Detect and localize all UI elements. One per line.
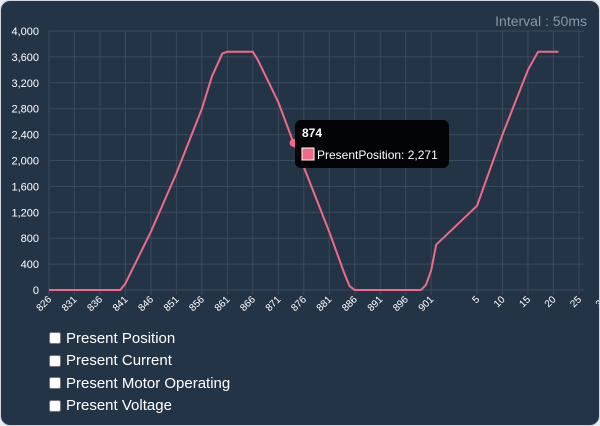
toggle-present-voltage[interactable]: Present Voltage bbox=[49, 395, 230, 418]
x-tick-label: 836 bbox=[85, 294, 105, 314]
x-tick-label: 886 bbox=[340, 294, 360, 314]
y-tick-label: 3,600 bbox=[11, 52, 39, 64]
x-tick-label: 861 bbox=[213, 294, 233, 314]
present-voltage-checkbox[interactable] bbox=[49, 399, 61, 412]
toggle-present-motor-operating[interactable]: Present Motor Operating bbox=[49, 372, 230, 395]
y-tick-label: 2,800 bbox=[11, 104, 39, 116]
x-tick-label: 5 bbox=[470, 294, 482, 306]
x-tick-label: 846 bbox=[136, 294, 156, 314]
x-tick-label: 826 bbox=[35, 294, 55, 314]
y-tick-label: 4,000 bbox=[11, 26, 39, 38]
x-tick-label: 891 bbox=[366, 294, 386, 314]
x-tick-label: 10 bbox=[492, 294, 508, 310]
y-tick-label: 1,200 bbox=[11, 207, 39, 219]
y-tick-label: 2,000 bbox=[11, 156, 39, 168]
x-tick-label: 866 bbox=[238, 294, 258, 314]
present-position-checkbox[interactable] bbox=[49, 332, 61, 345]
tooltip-swatch bbox=[301, 147, 315, 161]
x-tick-label: 896 bbox=[391, 294, 411, 314]
series-toggle-list: Present Position Present Current Present… bbox=[49, 327, 230, 417]
y-tick-label: 0 bbox=[33, 285, 39, 297]
present-current-checkbox[interactable] bbox=[49, 354, 61, 367]
x-tick-label: 20 bbox=[543, 294, 559, 310]
y-tick-label: 800 bbox=[21, 233, 39, 245]
x-tick-label: 901 bbox=[417, 294, 437, 314]
tooltip: 874 PresentPosition: 2,271 bbox=[295, 120, 449, 168]
present-voltage-label: Present Voltage bbox=[66, 397, 172, 415]
x-tick-label: 831 bbox=[60, 294, 80, 314]
present-motor-operating-checkbox[interactable] bbox=[49, 377, 61, 390]
toggle-present-current[interactable]: Present Current bbox=[49, 350, 230, 373]
x-tick-label: 876 bbox=[289, 294, 309, 314]
x-tick-label: 15 bbox=[517, 294, 533, 310]
x-tick-label: 841 bbox=[111, 294, 131, 314]
x-tick-label: 881 bbox=[315, 294, 335, 314]
present-motor-operating-label: Present Motor Operating bbox=[66, 374, 231, 392]
y-tick-label: 3,200 bbox=[11, 78, 39, 90]
x-tick-label: 856 bbox=[187, 294, 207, 314]
y-tick-label: 2,400 bbox=[11, 130, 39, 142]
position-chart: 0 400 800 1,200 1,600 2,000 2,400 2,800 3,200 3,6… bbox=[11, 26, 599, 314]
x-tick-label: 30 bbox=[594, 294, 599, 310]
tooltip-title: 874 bbox=[302, 126, 322, 140]
present-current-label: Present Current bbox=[66, 352, 172, 370]
toggle-present-position[interactable]: Present Position bbox=[49, 327, 230, 350]
y-tick-label: 400 bbox=[21, 259, 39, 271]
present-position-label: Present Position bbox=[66, 329, 176, 347]
x-tick-label: 871 bbox=[264, 294, 284, 314]
tooltip-value: PresentPosition: 2,271 bbox=[317, 148, 438, 162]
x-tick-label: 25 bbox=[568, 294, 584, 310]
y-tick-label: 1,600 bbox=[11, 181, 39, 193]
chart-panel: Interval : 50ms 0 400 800 1,200 1,600 2,000 2,… bbox=[0, 0, 600, 426]
x-tick-label: 851 bbox=[162, 294, 182, 314]
